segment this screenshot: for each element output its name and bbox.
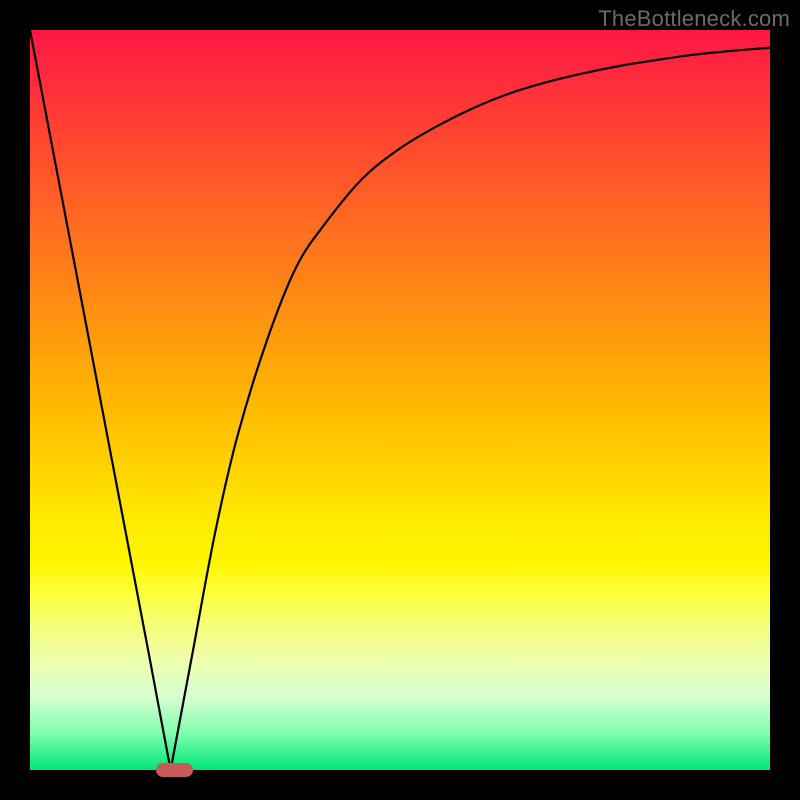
watermark-text: TheBottleneck.com [598, 6, 790, 32]
curve-svg [30, 30, 770, 770]
plot-area [30, 30, 770, 770]
chart-container: TheBottleneck.com [0, 0, 800, 800]
bottleneck-curve [30, 30, 770, 770]
target-marker [156, 763, 193, 777]
